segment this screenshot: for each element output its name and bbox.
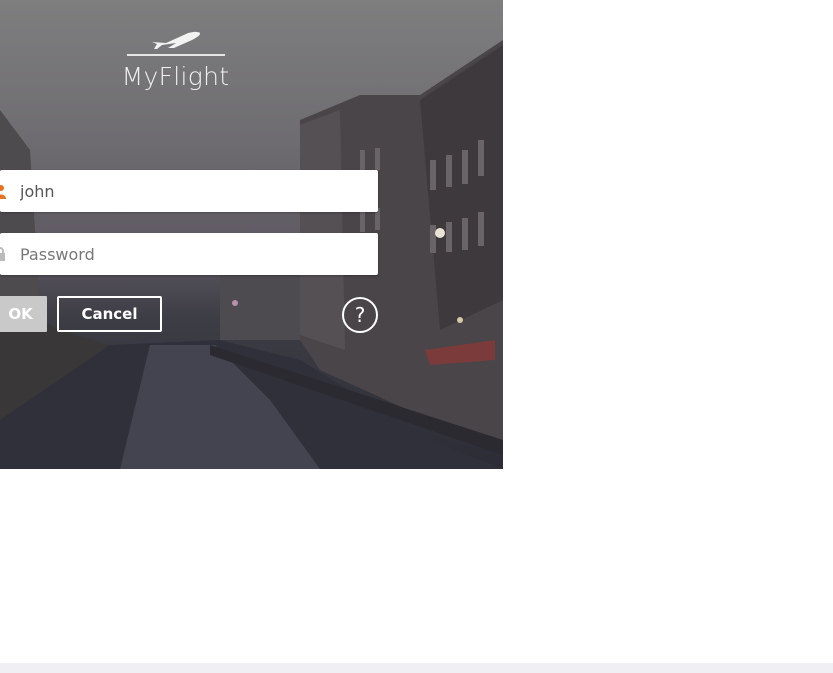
password-input[interactable] xyxy=(15,233,370,275)
logo-divider xyxy=(126,54,225,56)
help-icon[interactable]: ? xyxy=(342,297,378,333)
airplane-icon xyxy=(151,31,200,49)
username-field-container xyxy=(0,170,378,212)
username-input[interactable] xyxy=(15,170,370,212)
user-icon xyxy=(0,185,6,199)
ok-button[interactable]: OK xyxy=(0,296,47,332)
app-logo: MyFlight xyxy=(118,28,233,91)
password-field-container xyxy=(0,233,378,275)
cancel-button[interactable]: Cancel xyxy=(57,296,162,332)
login-window: MyFlight OK Cancel ? xyxy=(0,0,503,469)
app-title: MyFlight xyxy=(121,62,230,91)
lock-icon xyxy=(0,247,5,261)
bottom-bar xyxy=(0,663,833,673)
